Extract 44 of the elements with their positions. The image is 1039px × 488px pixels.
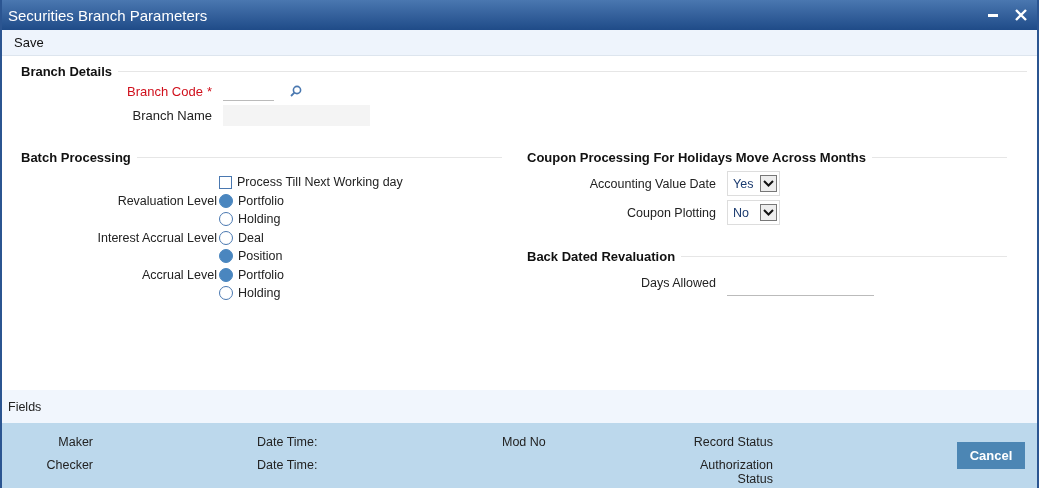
field-label: Branch Code: [127, 83, 203, 99]
cancel-button[interactable]: Cancel: [957, 442, 1025, 469]
option-label: Process Till Next Working day: [237, 175, 403, 189]
option-label: Portfolio: [238, 194, 284, 208]
fields-label: Fields: [8, 399, 42, 414]
field-label: Days Allowed: [640, 276, 716, 290]
audit-label: Date Time:: [257, 435, 319, 449]
section-heading: Coupon Processing For Holidays Move Across Months: [527, 149, 866, 165]
section-heading: Branch Details: [21, 63, 113, 79]
audit-label: Authorization Status: [699, 458, 773, 486]
checkbox[interactable]: [219, 175, 232, 189]
audit-label: Date Time:: [257, 458, 319, 472]
radio-button[interactable]: [219, 231, 233, 245]
search-icon[interactable]: [290, 85, 302, 97]
audit-label: Mod No: [502, 435, 547, 449]
option-label: Portfolio: [238, 268, 284, 282]
dropdown[interactable]: No: [727, 200, 780, 225]
radio-button[interactable]: [219, 286, 233, 300]
save-button[interactable]: Save: [8, 33, 50, 52]
radio-button[interactable]: [219, 212, 233, 226]
window-title: Securities Branch Parameters: [8, 6, 208, 24]
audit-label: Maker: [58, 435, 93, 449]
close-icon[interactable]: [1015, 9, 1027, 21]
field-label: Revaluation Level: [117, 194, 217, 208]
field-label: Interest Accrual Level: [97, 231, 217, 245]
field-label: Branch Name: [132, 107, 212, 123]
audit-label: Checker: [46, 458, 93, 472]
required-mark: *: [206, 83, 212, 99]
audit-label: Record Status: [693, 435, 773, 449]
field-label: Accrual Level: [141, 268, 217, 282]
dropdown[interactable]: Yes: [727, 171, 780, 196]
option-label: Deal: [238, 231, 264, 245]
caret-icon[interactable]: [760, 175, 777, 192]
option-label: Holding: [238, 212, 281, 226]
radio-button[interactable]: [219, 249, 233, 263]
option-label: Position: [238, 249, 283, 263]
section-heading: Batch Processing: [21, 149, 131, 165]
section-heading: Back Dated Revaluation: [527, 248, 676, 264]
option-label: Holding: [238, 286, 281, 300]
field-label: Coupon Plotting: [627, 205, 716, 220]
radio-button[interactable]: [219, 194, 233, 208]
field-label: Accounting Value Date: [589, 176, 716, 191]
radio-button[interactable]: [219, 268, 233, 282]
caret-icon[interactable]: [760, 204, 777, 221]
